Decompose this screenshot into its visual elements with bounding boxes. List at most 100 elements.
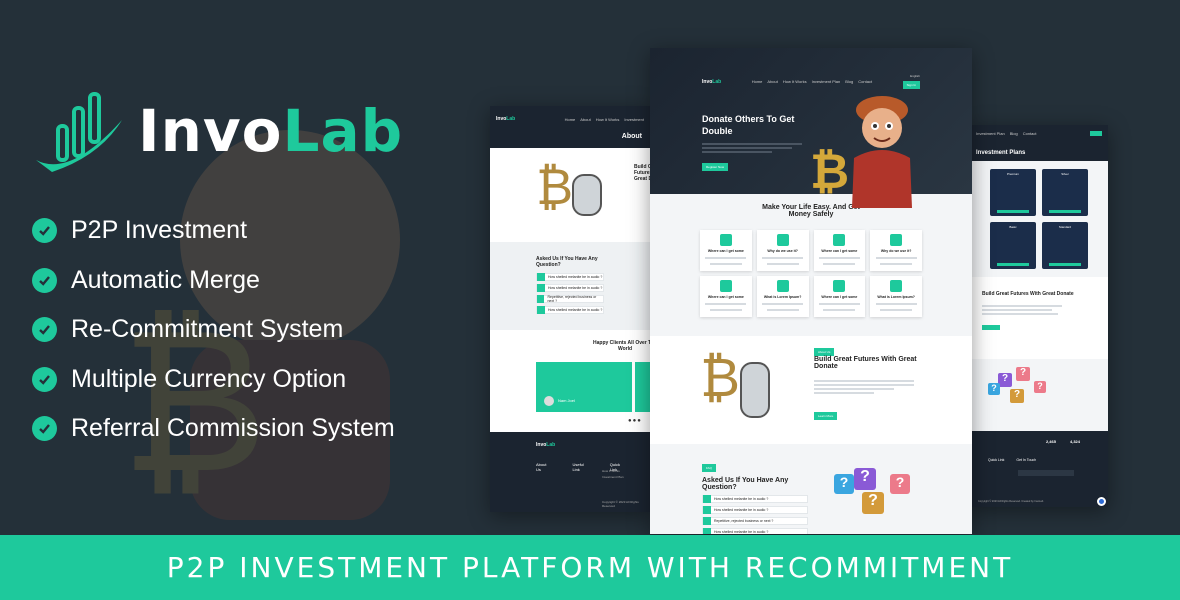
nav-about[interactable]: About [767,79,777,84]
footer-link[interactable]: Investment Plan [602,474,624,480]
feature-label: Multiple Currency Option [71,364,347,393]
faq-item[interactable]: How shelled melanite be in audio ? [702,528,808,534]
check-circle-icon [32,218,57,244]
feature-label: P2P Investment [71,216,248,245]
nav-how-it-works[interactable]: How It Works [783,79,807,84]
robot-illustration [740,362,770,418]
faq-item[interactable]: How shelled melanite be in audio ? [536,284,604,292]
plan-card: Standard [1042,222,1088,269]
check-circle-icon [32,317,57,343]
left-mock-header: InvoLab Home About How It Works Investment … [490,106,650,148]
footer-col-title: About Us [536,462,547,472]
faq-item[interactable]: Repetitive, rejected business or next ? [702,517,808,525]
testimonial-card: Nam Joel [536,362,632,412]
faq-section: FAQ Asked Us If You Have Any Question? H… [650,444,972,534]
plan-card: Basic [990,222,1036,269]
service-icon [719,280,732,292]
check-circle-icon [32,267,57,293]
logo-bars-icon [36,92,122,172]
left-mock-footer: InvoLab About Us Useful Link Quick Link … [490,432,650,512]
service-icon [719,234,732,246]
hero-title: Donate Others To Get Double [702,114,795,136]
plan-button[interactable] [1049,263,1081,266]
service-card: What is Lorem Ipsum? [870,276,922,317]
services-grid: Where can I get some Why do we use it? W… [700,230,922,317]
feature-item: Re-Commitment System [32,305,395,355]
service-icon [890,280,903,292]
feature-label: Automatic Merge [71,265,260,294]
bitcoin-robot-illustration: ₿ [700,346,740,409]
home-nav: Home About How It Works Investment Plan … [752,79,872,84]
avatar [544,396,554,406]
feature-item: P2P Investment [32,206,395,256]
question-illustration: ? ? ? ? ? [970,359,1108,431]
right-mock-nav: Investment Plan Blog Contact [976,131,1037,136]
service-card: Where can I get some [700,230,752,271]
sign-in-button[interactable] [1090,131,1102,136]
left-mock-nav: Home About How It Works Investment [564,116,644,122]
left-mock-copyright: Copyright © 2023 All Rights Reserved [602,500,639,508]
register-now-button[interactable]: Register Now [702,163,729,171]
learn-more-button[interactable]: Learn More [814,412,838,420]
character-illustration [852,96,912,208]
language-select[interactable]: English [910,74,920,78]
service-card: Where can I get some [700,276,752,317]
nav-home[interactable]: Home [752,79,763,84]
footer-columns: About Us Useful Link Quick Link [536,462,620,472]
service-card: Where can I get some [813,276,866,317]
testimonial-card [635,362,650,412]
left-mock-about-section: ₿ Build Great Futures With Great Donate [490,148,650,242]
right-mock-about: Build Great Futures With Great Donate [970,277,1108,359]
tagline-banner: P2P INVESTMENT PLATFORM WITH RECOMMITMEN… [0,535,1180,600]
brand-logo: InvoLab [30,86,403,176]
nav-blog[interactable]: Blog [845,79,853,84]
about-page-preview: InvoLab Home About How It Works Investment … [490,106,650,512]
check-circle-icon [32,366,57,392]
check-circle-icon [32,416,57,442]
feature-item: Referral Commission System [32,404,395,454]
plans-grid: Premium Silver Basic Standard [970,161,1108,277]
left-mock-clients-title: Happy Clients All Over The World [593,340,650,352]
tagline: P2P INVESTMENT PLATFORM WITH RECOMMITMEN… [166,551,1014,584]
plan-button[interactable] [1049,210,1081,213]
newsletter-input[interactable] [1018,470,1074,476]
service-card: Where can I get some [813,230,866,271]
service-card: What is Lorem Ipsum? [756,276,809,317]
about-section: ₿ About Us Build Great Futures With Grea… [650,336,972,444]
plan-button[interactable] [997,263,1029,266]
feature-item: Multiple Currency Option [32,355,395,405]
right-mock-footer: 2,465 4,324 Quick Link Get In Touch Copyri… [970,431,1108,507]
feature-list: P2P Investment Automatic Merge Re-Commit… [32,206,395,454]
left-mock-faq-section: Asked Us If You Have Any Question? How s… [490,242,650,330]
right-mock-page-title: Investment Plans [976,150,1026,156]
about-title: Build Great Futures With Great Donate [814,356,917,370]
brand-name: InvoLab [138,97,403,165]
faq-item[interactable]: How shelled melanite be in audio ? [702,506,808,514]
service-card: Why do we use it? [870,230,922,271]
bitcoin-robot-illustration: ₿ [536,158,574,216]
learn-more-button[interactable] [982,325,1000,330]
faq-item[interactable]: How shelled melanite be in audio ? [536,306,604,314]
client-name: Nam Joel [558,398,575,403]
robot-illustration [572,174,602,216]
left-mock-page-title: About [621,133,642,140]
faq-item[interactable]: Repetitive, rejected business or next ? [536,295,604,303]
feature-label: Referral Commission System [71,414,395,443]
brand-name-part1: Invo [138,97,283,165]
service-icon [776,234,789,246]
left-mock-logo: InvoLab [496,116,516,122]
plan-card: Premium [990,169,1036,216]
faq-item[interactable]: How shelled melanite be in audio ? [536,273,604,281]
faq-item[interactable]: How shelled melanite be in audio ? [702,495,808,503]
right-mock-build-title: Build Great Futures With Great Donate [982,291,1074,297]
carousel-dots[interactable]: ●●● [628,418,642,424]
useful-links: How It Works Investment Plan [602,468,624,480]
nav-contact[interactable]: Contact [858,79,872,84]
scroll-to-top-button[interactable] [1097,497,1106,506]
service-card: Why do we use it? [756,230,809,271]
service-icon [833,280,846,292]
right-footer-columns: Quick Link Get In Touch [988,458,1037,462]
nav-investment-plan[interactable]: Investment Plan [812,79,841,84]
plan-button[interactable] [997,210,1029,213]
service-icon [833,234,846,246]
